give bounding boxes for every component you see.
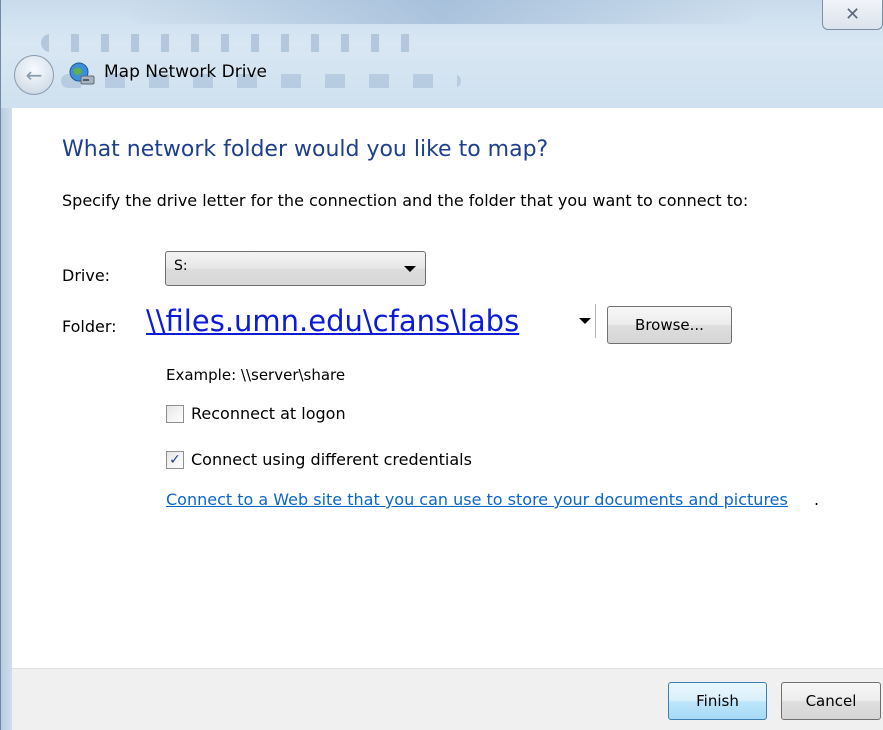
credentials-option[interactable]: ✓ Connect using different credentials bbox=[166, 450, 472, 469]
instruction-text: Specify the drive letter for the connect… bbox=[62, 191, 749, 210]
glass-background-detail bbox=[41, 34, 421, 52]
drive-select[interactable]: S: bbox=[165, 251, 426, 286]
close-button[interactable]: ✕ bbox=[822, 0, 883, 30]
cancel-button[interactable]: Cancel bbox=[781, 682, 881, 720]
folder-label: Folder: bbox=[62, 317, 117, 336]
checkmark-icon: ✓ bbox=[169, 451, 181, 468]
drive-select-value: S: bbox=[174, 258, 188, 274]
back-arrow-icon: ← bbox=[25, 63, 43, 87]
folder-input-value: \\files.umn.edu\cfans\labs bbox=[146, 304, 520, 338]
credentials-label: Connect using different credentials bbox=[191, 450, 472, 469]
back-button[interactable]: ← bbox=[14, 55, 54, 95]
finish-button[interactable]: Finish bbox=[668, 682, 767, 720]
web-link-period: . bbox=[814, 490, 820, 509]
glass-background bbox=[121, 0, 761, 24]
window-title-bar bbox=[0, 0, 883, 108]
reconnect-checkbox[interactable] bbox=[166, 404, 184, 423]
reconnect-label: Reconnect at logon bbox=[191, 404, 346, 423]
credentials-checkbox[interactable]: ✓ bbox=[166, 450, 184, 469]
dropdown-arrow-icon bbox=[579, 318, 591, 324]
network-drive-icon bbox=[69, 62, 95, 85]
web-site-link[interactable]: Connect to a Web site that you can use t… bbox=[166, 490, 788, 509]
page-heading: What network folder would you like to ma… bbox=[62, 137, 549, 162]
dropdown-arrow-icon bbox=[404, 266, 416, 272]
window-title: Map Network Drive bbox=[104, 62, 267, 82]
folder-history-dropdown[interactable] bbox=[576, 304, 596, 338]
window-frame-left bbox=[0, 108, 12, 730]
folder-example-text: Example: \\server\share bbox=[166, 366, 346, 384]
drive-label: Drive: bbox=[62, 266, 111, 285]
close-icon: ✕ bbox=[844, 4, 861, 25]
reconnect-option[interactable]: Reconnect at logon bbox=[166, 404, 346, 423]
folder-input[interactable]: \\files.umn.edu\cfans\labs bbox=[146, 304, 596, 338]
browse-button[interactable]: Browse... bbox=[607, 306, 732, 344]
